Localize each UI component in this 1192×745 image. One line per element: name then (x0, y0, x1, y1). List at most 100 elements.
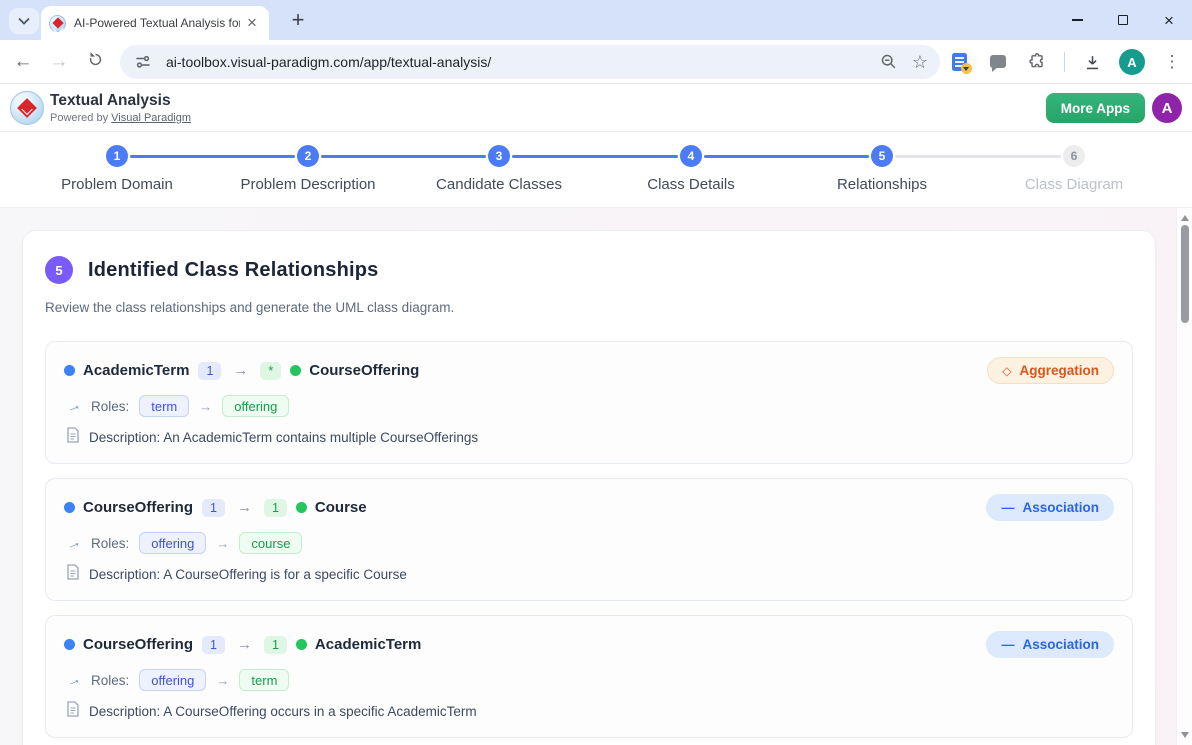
close-button[interactable]: × (1146, 0, 1192, 40)
relationship-type-label: Association (1022, 637, 1099, 652)
step-circle: 5 (871, 145, 893, 167)
page-scrollbar[interactable] (1176, 208, 1192, 745)
reload-button[interactable] (78, 45, 112, 79)
step-relationships[interactable]: 5 Relationships (787, 145, 977, 193)
source-class-name: CourseOffering (83, 499, 193, 516)
relationship-list: AcademicTerm 1 → * CourseOffering ◇ Aggr… (45, 341, 1133, 738)
downloads-icon[interactable] (1080, 50, 1104, 74)
target-class-name: AcademicTerm (315, 636, 421, 653)
relationship-header: CourseOffering 1 → 1 Course — Associatio… (64, 494, 1114, 521)
browser-menu-icon[interactable]: ⋮ (1160, 50, 1184, 74)
browser-tab[interactable]: AI-Powered Textual Analysis for × (41, 6, 269, 40)
scroll-up-icon[interactable] (1181, 215, 1189, 221)
relationship-description: Description: A CourseOffering is for a s… (89, 567, 407, 582)
browser-toolbar: ← → ai-toolbox.visual-paradigm.com/app/t… (0, 40, 1192, 84)
close-icon: × (1164, 12, 1174, 29)
back-button[interactable]: ← (6, 45, 40, 79)
step-label: Class Details (596, 176, 786, 193)
step-problem-domain[interactable]: 1 Problem Domain (22, 145, 212, 193)
step-label: Problem Description (213, 176, 403, 193)
source-role-badge: term (139, 395, 189, 417)
window-controls: × (1054, 0, 1192, 40)
scrollbar-thumb[interactable] (1181, 225, 1189, 323)
url-text[interactable]: ai-toolbox.visual-paradigm.com/app/textu… (166, 54, 878, 70)
app-header: Textual Analysis Powered by Visual Parad… (0, 84, 1192, 132)
comment-extension-icon[interactable] (986, 50, 1010, 74)
powered-by: Powered by Visual Paradigm (50, 112, 191, 124)
extensions-puzzle-icon[interactable] (1025, 50, 1049, 74)
tab-close-icon[interactable]: × (243, 14, 261, 32)
forward-button[interactable]: → (42, 45, 76, 79)
target-role-badge: term (239, 669, 289, 691)
visual-paradigm-link[interactable]: Visual Paradigm (111, 112, 191, 124)
target-role-badge: offering (222, 395, 289, 417)
relationship-card: AcademicTerm 1 → * CourseOffering ◇ Aggr… (45, 341, 1133, 464)
step-problem-description[interactable]: 2 Problem Description (213, 145, 403, 193)
step-label: Class Diagram (979, 176, 1169, 193)
document-icon (66, 701, 80, 722)
toolbar-right-cluster: A ⋮ (947, 45, 1184, 79)
document-icon (66, 564, 80, 585)
step-circle: 3 (488, 145, 510, 167)
source-role-badge: offering (139, 532, 206, 554)
target-role-badge: course (239, 532, 302, 554)
bookmark-star-icon[interactable]: ☆ (912, 52, 928, 73)
arrow-icon: → (199, 399, 212, 414)
description-row: Description: An AcademicTerm contains mu… (66, 427, 1114, 448)
description-row: Description: A CourseOffering is for a s… (66, 564, 1114, 585)
step-circle: 1 (106, 145, 128, 167)
relationship-description: Description: An AcademicTerm contains mu… (89, 430, 478, 445)
arrow-icon: → (216, 536, 229, 551)
browser-profile-avatar[interactable]: A (1119, 49, 1145, 75)
target-class-dot-icon (296, 502, 307, 513)
step-class-diagram[interactable]: 6 Class Diagram (979, 145, 1169, 193)
address-bar[interactable]: ai-toolbox.visual-paradigm.com/app/textu… (120, 45, 940, 79)
roles-arrow-icon: → (63, 395, 83, 416)
arrow-icon: → (237, 499, 252, 516)
roles-arrow-icon: → (63, 532, 83, 553)
target-class-dot-icon (290, 365, 301, 376)
more-apps-button[interactable]: More Apps (1046, 93, 1145, 123)
step-class-details[interactable]: 4 Class Details (596, 145, 786, 193)
tab-favicon-icon (49, 15, 66, 32)
site-settings-tune-icon[interactable] (132, 51, 154, 73)
relationship-type-badge: ◇ Aggregation (987, 357, 1114, 384)
source-class-dot-icon (64, 639, 75, 650)
source-class-name: AcademicTerm (83, 362, 189, 379)
roles-arrow-icon: → (63, 669, 83, 690)
roles-label: Roles: (91, 399, 129, 414)
toolbar-separator (1064, 52, 1065, 72)
zoom-out-icon[interactable] (878, 51, 900, 73)
step-circle: 6 (1063, 145, 1085, 167)
page-subtitle: Review the class relationships and gener… (45, 300, 1133, 315)
target-multiplicity-badge: 1 (264, 499, 287, 517)
step-circle: 4 (680, 145, 702, 167)
document-icon (66, 427, 80, 448)
relationship-type-badge: — Association (986, 494, 1114, 521)
relationship-header: CourseOffering 1 → 1 AcademicTerm — Asso… (64, 631, 1114, 658)
app-user-avatar[interactable]: A (1152, 93, 1182, 123)
line-icon: — (1001, 500, 1014, 515)
target-class-name: Course (315, 499, 367, 516)
diamond-icon: ◇ (1002, 364, 1011, 378)
target-multiplicity-badge: 1 (264, 636, 287, 654)
source-role-badge: offering (139, 669, 206, 691)
target-class-dot-icon (296, 639, 307, 650)
docs-offline-extension-icon[interactable] (947, 50, 971, 74)
minimize-button[interactable] (1054, 0, 1100, 40)
chevron-down-icon (18, 12, 30, 30)
relationship-card: CourseOffering 1 → 1 AcademicTerm — Asso… (45, 615, 1133, 738)
step-candidate-classes[interactable]: 3 Candidate Classes (404, 145, 594, 193)
new-tab-button[interactable]: + (284, 6, 312, 34)
source-class-name: CourseOffering (83, 636, 193, 653)
tab-search-button[interactable] (9, 8, 39, 34)
scroll-down-icon[interactable] (1181, 732, 1189, 738)
maximize-button[interactable] (1100, 0, 1146, 40)
roles-row: → Roles: offering → course (66, 532, 1114, 554)
step-number-badge: 5 (45, 256, 73, 284)
roles-label: Roles: (91, 536, 129, 551)
browser-window: AI-Powered Textual Analysis for × + × ← … (0, 0, 1192, 745)
step-label: Problem Domain (22, 176, 212, 193)
wizard-stepper: 1 Problem Domain 2 Problem Description 3… (0, 132, 1192, 208)
page-content: 5 Identified Class Relationships Review … (0, 208, 1192, 745)
